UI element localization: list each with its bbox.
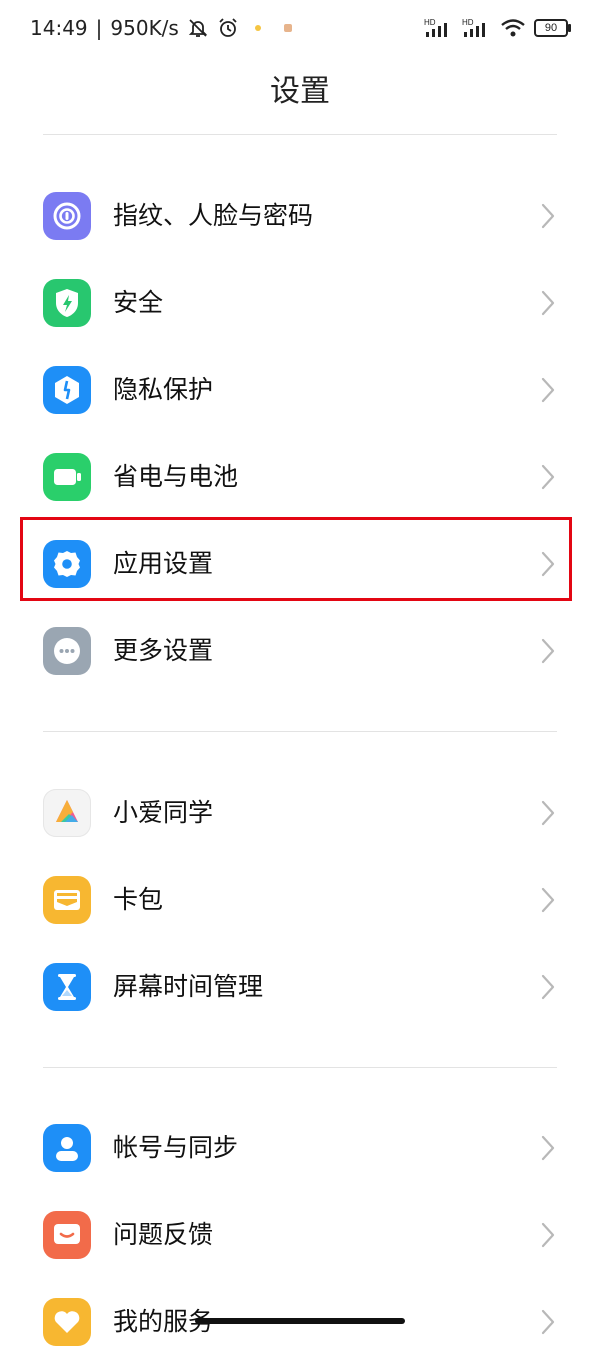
chevron-right-icon [541,203,555,229]
settings-item-label: 小爱同学 [113,798,214,827]
settings-item-label: 更多设置 [113,636,214,665]
highlight-box [20,517,572,601]
settings-item-label: 省电与电池 [113,462,239,491]
divider [43,731,557,732]
settings-item-screen-time[interactable]: 屏幕时间管理 [0,944,600,1030]
battery-indicator: 90 [534,19,571,37]
chevron-right-icon [541,290,555,316]
settings-item-label: 屏幕时间管理 [113,972,264,1001]
more-dots-icon [43,627,91,675]
battery-icon [43,453,91,501]
network-speed: 950K/s [110,16,179,40]
divider [43,134,557,135]
settings-item-security[interactable]: 安全 [0,260,600,346]
chevron-right-icon [541,638,555,664]
status-bar: 14:49 | 950K/s HD HD 90 [0,0,600,56]
chevron-right-icon [541,887,555,913]
weather-icon [247,17,269,39]
chevron-right-icon [541,1309,555,1335]
feedback-icon [43,1211,91,1259]
settings-item-label: 隐私保护 [113,375,214,404]
chevron-right-icon [541,1222,555,1248]
signal-2-icon: HD [462,17,492,39]
signal-1-label: HD [424,18,436,27]
fingerprint-icon [43,192,91,240]
chevron-right-icon [541,377,555,403]
wifi-icon [500,17,526,39]
notification-app-icon [277,17,299,39]
page-title: 设置 [270,74,330,109]
settings-item-battery[interactable]: 省电与电池 [0,434,600,520]
status-left: 14:49 | 950K/s [30,14,299,42]
settings-item-label: 指纹、人脸与密码 [113,201,314,230]
chevron-right-icon [541,800,555,826]
status-time: 14:49 [30,16,88,40]
heart-service-icon [43,1298,91,1346]
settings-item-feedback[interactable]: 问题反馈 [0,1192,600,1278]
home-indicator[interactable] [195,1318,405,1324]
status-right: HD HD 90 [424,14,571,42]
xiaoai-icon [43,789,91,837]
account-icon [43,1124,91,1172]
chevron-right-icon [541,974,555,1000]
privacy-icon [43,366,91,414]
shield-bolt-icon [43,279,91,327]
settings-item-wallet[interactable]: 卡包 [0,857,600,943]
settings-item-fingerprint-face-password[interactable]: 指纹、人脸与密码 [0,173,600,259]
settings-item-account-sync[interactable]: 帐号与同步 [0,1105,600,1191]
mute-bell-icon [187,17,209,39]
alarm-icon [217,17,239,39]
hourglass-icon [43,963,91,1011]
status-separator: | [95,16,103,40]
settings-item-label: 安全 [113,288,164,317]
settings-item-xiaoai[interactable]: 小爱同学 [0,770,600,856]
wallet-icon [43,876,91,924]
settings-item-more-settings[interactable]: 更多设置 [0,608,600,694]
chevron-right-icon [541,464,555,490]
settings-item-label: 卡包 [113,885,164,914]
settings-item-label: 问题反馈 [113,1220,214,1249]
chevron-right-icon [541,1135,555,1161]
settings-item-privacy[interactable]: 隐私保护 [0,347,600,433]
settings-item-label: 帐号与同步 [113,1133,239,1162]
divider [43,1067,557,1068]
signal-2-label: HD [462,18,474,27]
signal-1-icon: HD [424,17,454,39]
